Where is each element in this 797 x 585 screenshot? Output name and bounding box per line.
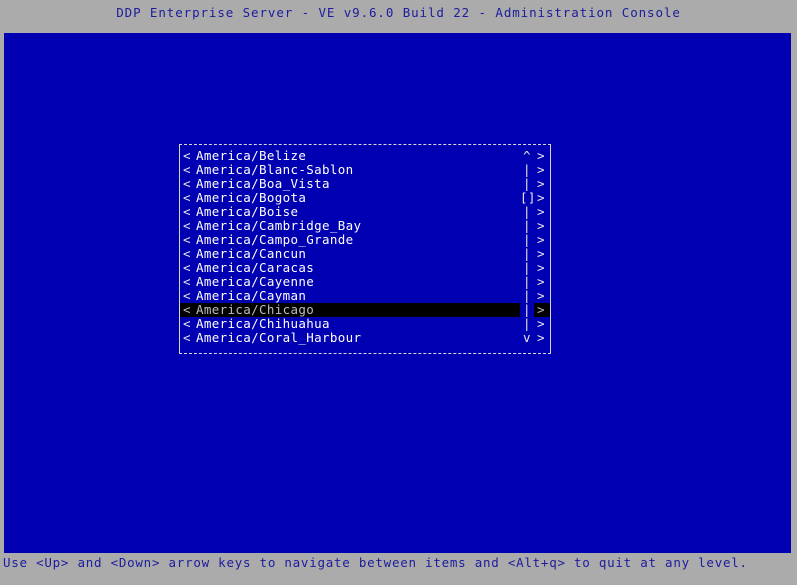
list-item-label: America/Belize xyxy=(196,149,307,163)
scrollbar-marker[interactable]: v xyxy=(520,331,534,345)
scrollbar-marker[interactable]: | xyxy=(520,275,534,289)
list-item-right-bracket: > xyxy=(537,218,545,233)
list-item[interactable]: < America/Cayman | > xyxy=(180,289,550,303)
scrollbar-marker[interactable]: | xyxy=(520,317,534,331)
list-item-right-bracket: > xyxy=(537,330,545,345)
scrollbar-marker[interactable]: | xyxy=(520,303,534,317)
scrollbar-marker[interactable]: | xyxy=(520,289,534,303)
list-item-left-bracket: < xyxy=(183,316,191,331)
list-item-right-bracket: > xyxy=(537,148,545,163)
status-bar: Use <Up> and <Down> arrow keys to naviga… xyxy=(0,553,797,585)
list-item[interactable]: < America/Chihuahua | > xyxy=(180,317,550,331)
terminal-screen: < America/Belize ^ > < America/Blanc-Sablon | >… xyxy=(4,33,791,553)
scrollbar-marker[interactable]: | xyxy=(520,163,534,177)
scrollbar-marker[interactable]: | xyxy=(520,177,534,191)
list-item[interactable]: < America/Blanc-Sablon | > xyxy=(180,163,550,177)
list-item-right-bracket: > xyxy=(537,274,545,289)
list-item-left-bracket: < xyxy=(183,260,191,275)
list-item-right-bracket: > xyxy=(537,176,545,191)
title-bar: DDP Enterprise Server - VE v9.6.0 Build … xyxy=(0,0,797,33)
list-item-left-bracket: < xyxy=(183,288,191,303)
list-item[interactable]: < America/Boa_Vista | > xyxy=(180,177,550,191)
list-item[interactable]: < America/Cancun | > xyxy=(180,247,550,261)
list-item-label: America/Campo_Grande xyxy=(196,233,354,247)
list-item-left-bracket: < xyxy=(183,204,191,219)
list-item-label: America/Chihuahua xyxy=(196,317,330,331)
list-item-left-bracket: < xyxy=(183,302,191,317)
list-item-left-bracket: < xyxy=(183,190,191,205)
scrollbar-marker[interactable]: [] xyxy=(520,191,535,205)
keyboard-hint-text: Use <Up> and <Down> arrow keys to naviga… xyxy=(3,555,748,570)
list-item-left-bracket: < xyxy=(183,148,191,163)
list-item[interactable]: < America/Campo_Grande | > xyxy=(180,233,550,247)
list-item[interactable]: < America/Cayenne | > xyxy=(180,275,550,289)
list-item-right-bracket: > xyxy=(537,190,545,205)
list-item-right-bracket: > xyxy=(537,232,545,247)
list-item[interactable]: < America/Coral_Harbour v > xyxy=(180,331,550,345)
list-item-left-bracket: < xyxy=(183,330,191,345)
list-item-right-bracket: > xyxy=(537,316,545,331)
scrollbar-marker[interactable]: | xyxy=(520,205,534,219)
list-item[interactable]: < America/Belize ^ > xyxy=(180,149,550,163)
list-item[interactable]: < America/Bogota [] > xyxy=(180,191,550,205)
list-item[interactable]: < America/Boise | > xyxy=(180,205,550,219)
list-item-left-bracket: < xyxy=(183,176,191,191)
scrollbar-marker[interactable]: | xyxy=(520,219,534,233)
timezone-selection-list[interactable]: < America/Belize ^ > < America/Blanc-Sablon | >… xyxy=(179,144,551,354)
list-item-label: America/Cayenne xyxy=(196,275,315,289)
list-item-label: America/Boise xyxy=(196,205,299,219)
admin-console-window: DDP Enterprise Server - VE v9.6.0 Build … xyxy=(0,0,797,585)
list-item-left-bracket: < xyxy=(183,274,191,289)
list-item-left-bracket: < xyxy=(183,162,191,177)
list-item-right-bracket: > xyxy=(537,288,545,303)
scrollbar-marker[interactable]: | xyxy=(520,233,534,247)
list-item-label: America/Blanc-Sablon xyxy=(196,163,354,177)
list-item-label: America/Bogota xyxy=(196,191,307,205)
scrollbar-marker[interactable]: | xyxy=(520,247,534,261)
scrollbar-marker[interactable]: | xyxy=(520,261,534,275)
list-item-label: America/Cambridge_Bay xyxy=(196,219,362,233)
scrollbar-marker[interactable]: ^ xyxy=(520,149,534,163)
list-item-right-bracket: > xyxy=(537,162,545,177)
list-item[interactable]: < America/Caracas | > xyxy=(180,261,550,275)
list-item-right-bracket: > xyxy=(537,302,545,317)
list-item-label: America/Coral_Harbour xyxy=(196,331,362,345)
list-item-label: America/Chicago xyxy=(196,303,315,317)
list-item[interactable]: < America/Chicago | > xyxy=(180,303,550,317)
list-item[interactable]: < America/Cambridge_Bay | > xyxy=(180,219,550,233)
list-item-right-bracket: > xyxy=(537,260,545,275)
list-item-left-bracket: < xyxy=(183,218,191,233)
list-item-label: America/Cayman xyxy=(196,289,307,303)
list-item-left-bracket: < xyxy=(183,246,191,261)
page-title: DDP Enterprise Server - VE v9.6.0 Build … xyxy=(116,5,681,21)
list-item-left-bracket: < xyxy=(183,232,191,247)
list-item-label: America/Boa_Vista xyxy=(196,177,330,191)
list-item-right-bracket: > xyxy=(537,246,545,261)
list-item-label: America/Cancun xyxy=(196,247,307,261)
list-item-right-bracket: > xyxy=(537,204,545,219)
list-item-label: America/Caracas xyxy=(196,261,315,275)
